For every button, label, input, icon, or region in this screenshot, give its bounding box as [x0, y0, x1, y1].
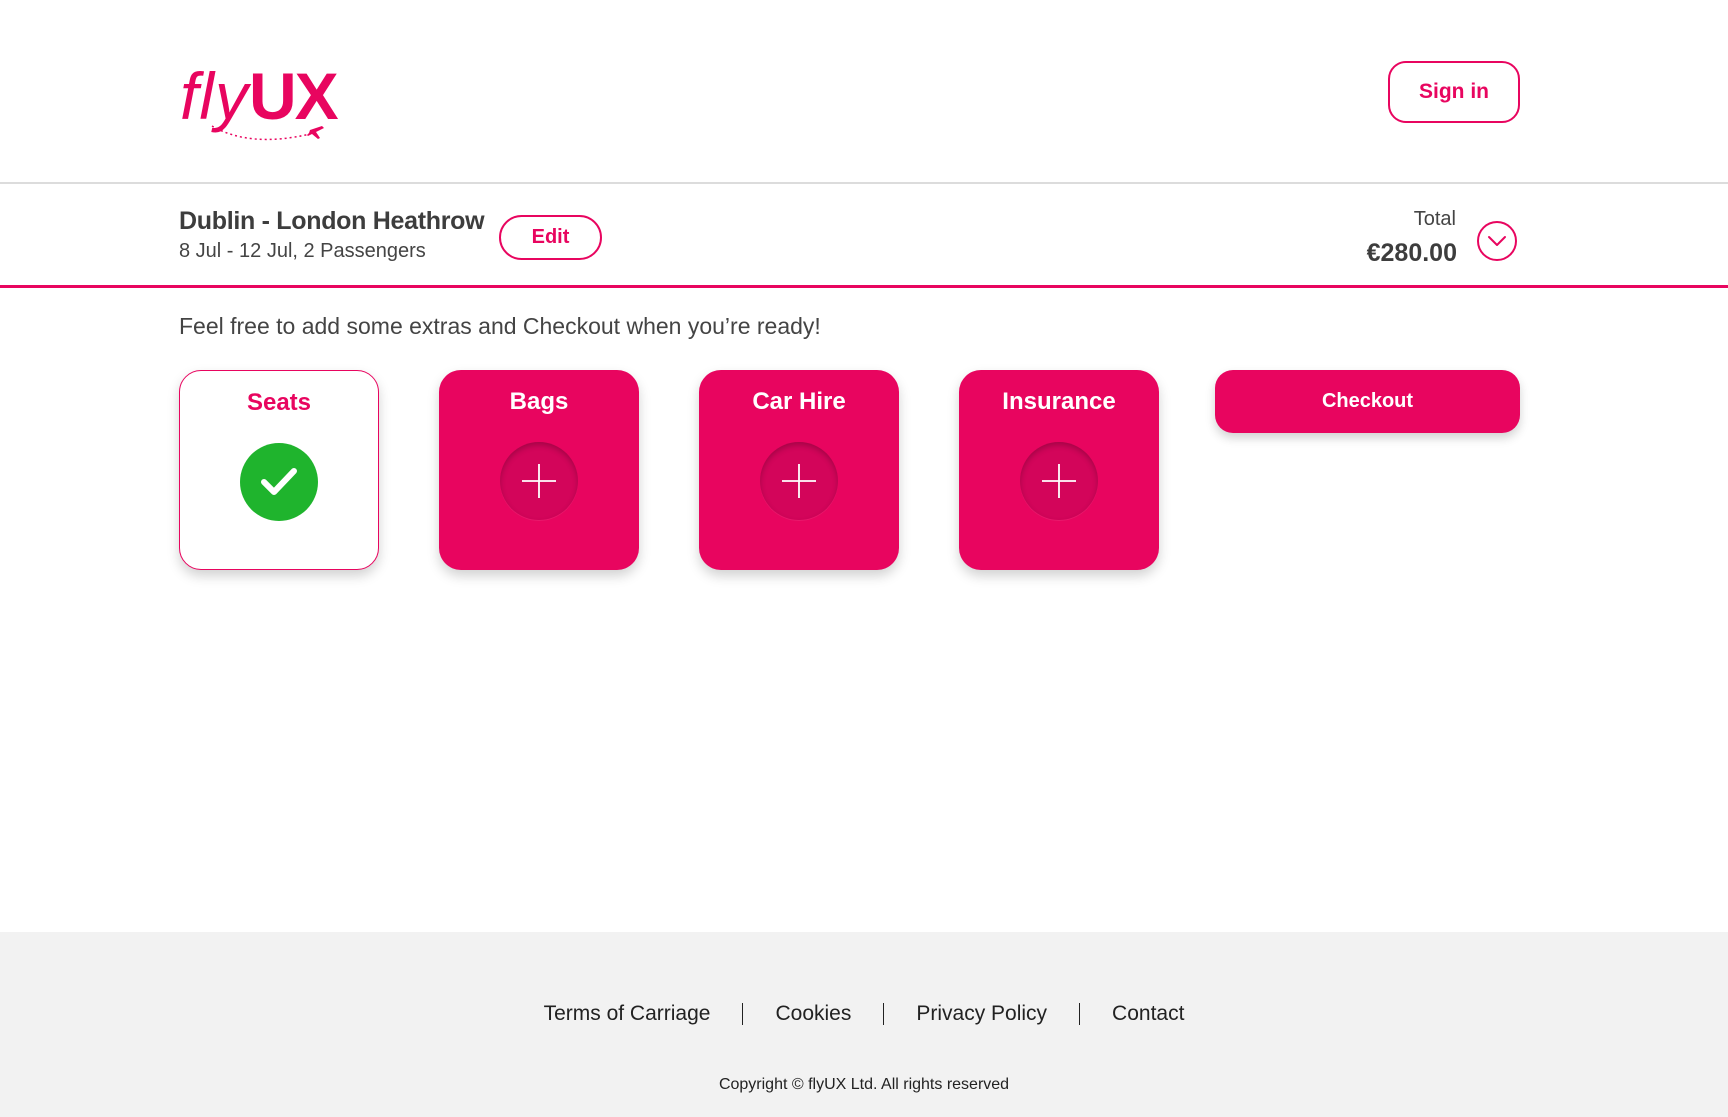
footer-link-terms-of-carriage[interactable]: Terms of Carriage — [512, 1002, 743, 1026]
price-breakdown-toggle[interactable] — [1477, 221, 1517, 261]
footer-nav: Terms of Carriage Cookies Privacy Policy… — [0, 1002, 1728, 1026]
edit-trip-button[interactable]: Edit — [499, 215, 602, 260]
site-header: flyUX Sign in — [0, 0, 1728, 184]
footer-link-cookies[interactable]: Cookies — [743, 1002, 883, 1026]
extra-card-car-hire[interactable]: Car Hire — [699, 370, 899, 570]
added-status-badge — [240, 443, 318, 521]
plus-icon — [1042, 464, 1076, 498]
extra-card-insurance[interactable]: Insurance — [959, 370, 1159, 570]
total-label: Total — [1413, 208, 1456, 230]
flyux-logo[interactable]: flyUX — [180, 56, 350, 151]
extra-card-bags[interactable]: Bags — [439, 370, 639, 570]
extra-card-title: Insurance — [1002, 388, 1116, 415]
extras-intro-text: Feel free to add some extras and Checkou… — [179, 313, 821, 339]
plus-icon — [522, 464, 556, 498]
footer-link-contact[interactable]: Contact — [1080, 1002, 1216, 1026]
site-footer: Terms of Carriage Cookies Privacy Policy… — [0, 932, 1728, 1117]
check-icon — [261, 468, 297, 495]
plus-icon — [782, 464, 816, 498]
extra-card-title: Seats — [246, 389, 312, 416]
extra-card-title: Bags — [509, 388, 569, 415]
sign-in-button[interactable]: Sign in — [1388, 61, 1520, 123]
total-price: €280.00 — [1366, 239, 1457, 267]
add-car-hire-button[interactable] — [760, 442, 838, 520]
airplane-icon — [211, 125, 324, 141]
extra-card-seats[interactable]: Seats — [179, 370, 379, 570]
extra-card-title: Car Hire — [752, 388, 846, 415]
trip-route: Dublin - London Heathrow — [179, 207, 485, 235]
trip-details: 8 Jul - 12 Jul, 2 Passengers — [179, 240, 426, 262]
footer-link-privacy-policy[interactable]: Privacy Policy — [884, 1002, 1079, 1026]
add-insurance-button[interactable] — [1020, 442, 1098, 520]
add-bags-button[interactable] — [500, 442, 578, 520]
chevron-down-icon — [1488, 236, 1506, 246]
page: flyUX Sign in Dublin - London Heathrow 8… — [0, 0, 1728, 1117]
checkout-button[interactable]: Checkout — [1215, 370, 1520, 433]
copyright-text: Copyright © flyUX Ltd. All rights reserv… — [718, 1076, 1010, 1093]
trip-summary-bar: Dublin - London Heathrow 8 Jul - 12 Jul,… — [0, 184, 1728, 288]
